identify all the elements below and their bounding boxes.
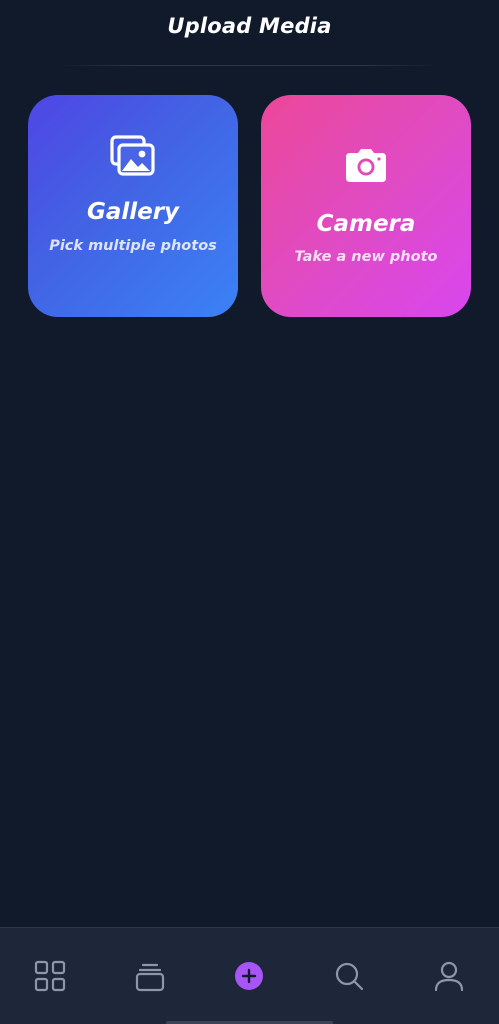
nav-search[interactable] (331, 958, 367, 994)
collection-icon (135, 963, 165, 992)
nav-add[interactable] (231, 958, 267, 994)
nav-collections[interactable] (132, 958, 168, 994)
gallery-title: Gallery (86, 199, 180, 225)
user-icon (434, 961, 464, 992)
page-title: Upload Media (167, 14, 332, 38)
nav-dashboard[interactable] (32, 958, 68, 994)
header: Upload Media (0, 0, 499, 66)
camera-title: Camera (316, 211, 416, 237)
camera-card[interactable]: Camera Take a new photo (261, 95, 471, 317)
camera-icon (261, 149, 471, 183)
grid-icon (34, 960, 66, 992)
nav-profile[interactable] (431, 958, 467, 994)
bottom-navigation (0, 927, 499, 1024)
header-divider (60, 65, 439, 66)
add-icon (235, 962, 263, 990)
images-icon (28, 135, 238, 177)
upload-media-screen: Upload Media Gallery Pick multiple photo… (0, 0, 499, 1024)
camera-subtitle: Take a new photo (294, 249, 438, 265)
gallery-card[interactable]: Gallery Pick multiple photos (28, 95, 238, 317)
gallery-subtitle: Pick multiple photos (49, 238, 217, 254)
search-icon (335, 962, 364, 991)
